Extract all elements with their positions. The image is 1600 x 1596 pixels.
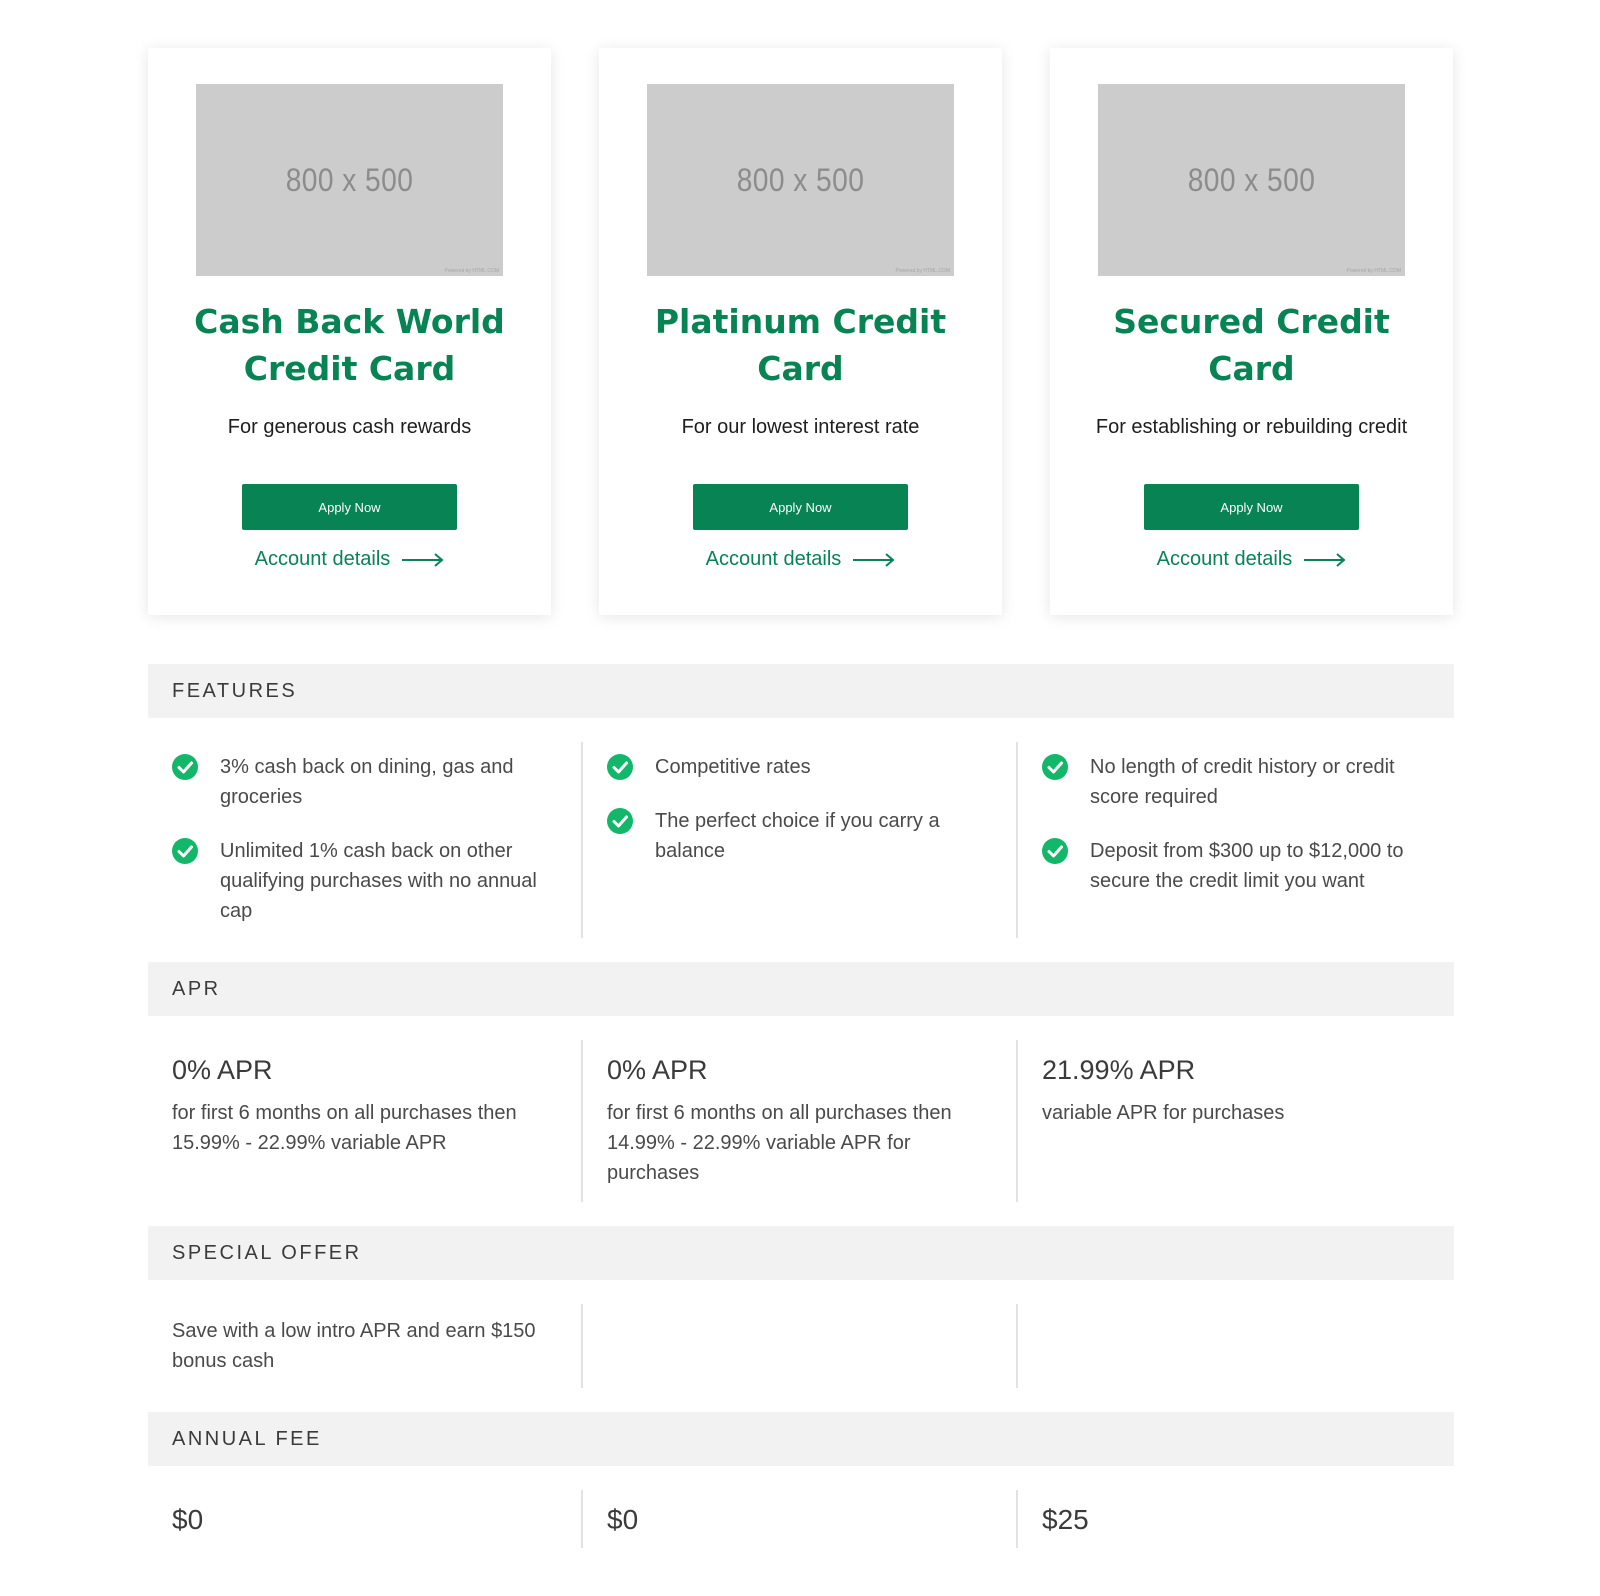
image-dimensions-label: 800 x 500 — [736, 161, 865, 198]
card-image-placeholder: 800 x 500 Powered by HTML.COM — [1098, 84, 1405, 276]
card-subtitle: For establishing or rebuilding credit — [1095, 416, 1408, 438]
feature-item: No length of credit history or credit sc… — [1042, 752, 1430, 812]
feature-text: No length of credit history or credit sc… — [1090, 756, 1395, 808]
arrow-right-icon — [853, 552, 895, 567]
account-details-link[interactable]: Account details — [148, 548, 551, 571]
apr-rate: 21.99% APR — [1042, 1055, 1196, 1085]
annual-fee-row: $0 $0 $25 — [148, 1490, 1454, 1548]
image-credit: Powered by HTML.COM — [444, 268, 499, 274]
feature-item: Unlimited 1% cash back on other qualifyi… — [172, 836, 557, 926]
section-header-apr: APR — [148, 962, 1454, 1016]
feature-text: Deposit from $300 up to $12,000 to secur… — [1090, 840, 1404, 892]
special-offer-text — [1042, 1304, 1430, 1388]
account-details-label: Account details — [1156, 548, 1293, 570]
annual-fee-value: $0 — [607, 1504, 639, 1535]
feature-item: Deposit from $300 up to $12,000 to secur… — [1042, 836, 1430, 896]
special-offer-row: Save with a low intro APR and earn $150 … — [148, 1304, 1454, 1388]
section-header-features: FEATURES — [148, 664, 1454, 718]
card-cash-back-world: 800 x 500 Powered by HTML.COM Cash Back … — [148, 48, 551, 615]
apr-row: 0% APR for first 6 months on all purchas… — [148, 1040, 1454, 1202]
apr-column: 21.99% APR variable APR for purchases — [1018, 1040, 1454, 1202]
feature-item: Competitive rates — [607, 752, 992, 782]
apply-now-button[interactable]: Apply Now — [693, 484, 908, 530]
feature-text: 3% cash back on dining, gas and grocerie… — [220, 756, 514, 808]
special-offer-text: Save with a low intro APR and earn $150 … — [172, 1320, 536, 1372]
special-offer-column — [1018, 1304, 1454, 1388]
account-details-label: Account details — [705, 548, 842, 570]
features-row: 3% cash back on dining, gas and grocerie… — [148, 742, 1454, 938]
special-offer-column — [583, 1304, 1018, 1388]
apr-description: variable APR for purchases — [1042, 1102, 1285, 1124]
section-header-annual-fee: ANNUAL FEE — [148, 1412, 1454, 1466]
feature-text: Unlimited 1% cash back on other qualifyi… — [220, 840, 537, 922]
section-header-special-offer: SPECIAL OFFER — [148, 1226, 1454, 1280]
features-column: 3% cash back on dining, gas and grocerie… — [148, 742, 583, 938]
image-credit: Powered by HTML.COM — [1346, 268, 1401, 274]
card-image-placeholder: 800 x 500 Powered by HTML.COM — [647, 84, 954, 276]
check-circle-icon — [1042, 838, 1068, 864]
card-platinum: 800 x 500 Powered by HTML.COM Platinum C… — [599, 48, 1002, 615]
credit-card-comparison: 800 x 500 Powered by HTML.COM Cash Back … — [148, 48, 1454, 1572]
card-subtitle: For generous cash rewards — [227, 416, 472, 438]
check-circle-icon — [607, 754, 633, 780]
image-dimensions-label: 800 x 500 — [285, 161, 414, 198]
special-offer-text — [607, 1304, 992, 1388]
special-offer-column: Save with a low intro APR and earn $150 … — [148, 1304, 583, 1388]
arrow-right-icon — [1304, 552, 1346, 567]
image-dimensions-label: 800 x 500 — [1187, 161, 1316, 198]
image-credit: Powered by HTML.COM — [895, 268, 950, 274]
feature-text: Competitive rates — [655, 756, 811, 778]
annual-fee-column: $25 — [1018, 1490, 1454, 1548]
annual-fee-value: $25 — [1042, 1504, 1089, 1535]
features-column: No length of credit history or credit sc… — [1018, 742, 1454, 938]
apply-now-button[interactable]: Apply Now — [1144, 484, 1359, 530]
apply-now-button[interactable]: Apply Now — [242, 484, 457, 530]
check-circle-icon — [172, 754, 198, 780]
feature-item: The perfect choice if you carry a balanc… — [607, 806, 992, 866]
card-title: Secured Credit Card — [1113, 302, 1390, 388]
annual-fee-column: $0 — [148, 1490, 583, 1548]
check-circle-icon — [1042, 754, 1068, 780]
apr-description: for first 6 months on all purchases then… — [172, 1102, 517, 1154]
apr-rate: 0% APR — [172, 1055, 273, 1085]
annual-fee-column: $0 — [583, 1490, 1018, 1548]
feature-text: The perfect choice if you carry a balanc… — [655, 810, 940, 862]
check-circle-icon — [172, 838, 198, 864]
check-circle-icon — [607, 808, 633, 834]
arrow-right-icon — [402, 552, 444, 567]
card-secured: 800 x 500 Powered by HTML.COM Secured Cr… — [1050, 48, 1453, 615]
card-image-placeholder: 800 x 500 Powered by HTML.COM — [196, 84, 503, 276]
account-details-link[interactable]: Account details — [599, 548, 1002, 571]
account-details-label: Account details — [254, 548, 391, 570]
apr-description: for first 6 months on all purchases then… — [607, 1102, 952, 1184]
apr-rate: 0% APR — [607, 1055, 708, 1085]
features-column: Competitive rates The perfect choice if … — [583, 742, 1018, 938]
feature-item: 3% cash back on dining, gas and grocerie… — [172, 752, 557, 812]
card-list: 800 x 500 Powered by HTML.COM Cash Back … — [148, 48, 1454, 616]
card-title: Cash Back World Credit Card — [194, 302, 505, 388]
apr-column: 0% APR for first 6 months on all purchas… — [583, 1040, 1018, 1202]
card-title: Platinum Credit Card — [654, 302, 947, 388]
apr-column: 0% APR for first 6 months on all purchas… — [148, 1040, 583, 1202]
account-details-link[interactable]: Account details — [1050, 548, 1453, 571]
card-subtitle: For our lowest interest rate — [681, 416, 920, 438]
annual-fee-value: $0 — [172, 1504, 204, 1535]
